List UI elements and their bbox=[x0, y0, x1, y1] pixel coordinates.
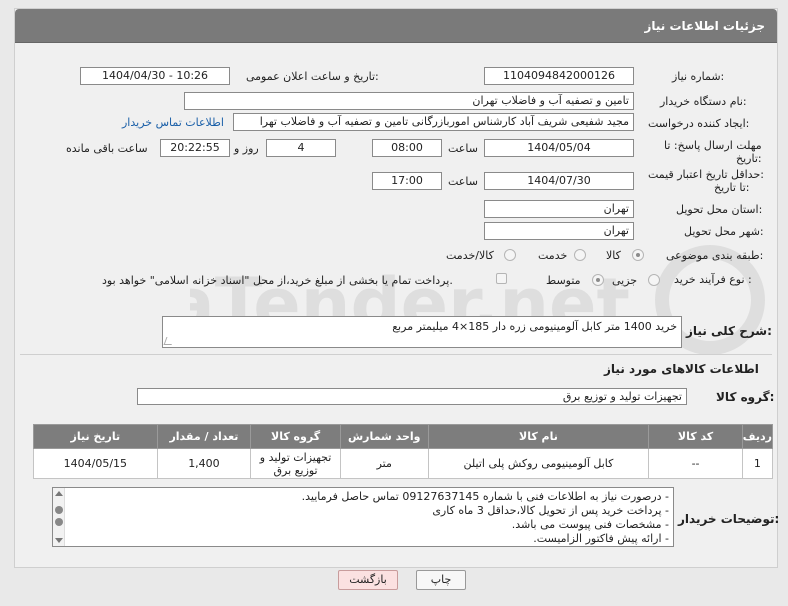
cell-group: تجهیزات تولید و توزیع برق bbox=[250, 448, 341, 479]
delivery-province-label: استان محل تحویل: bbox=[676, 203, 763, 216]
scroll-thumb-secondary[interactable] bbox=[55, 518, 63, 526]
col-unit: واحد شمارش bbox=[339, 424, 429, 449]
table-header-row: ردیف کد کالا نام کالا واحد شمارش گروه کا… bbox=[33, 424, 774, 449]
buyer-notes-textarea[interactable]: - درصورت نیاز به اطلاعات فنی با شماره 09… bbox=[52, 487, 674, 547]
cell-need-date: 1404/05/15 bbox=[33, 448, 158, 479]
category-radio-goods[interactable] bbox=[632, 249, 644, 261]
buyer-org-label: نام دستگاه خریدار: bbox=[660, 95, 747, 108]
scroll-up-icon[interactable] bbox=[55, 491, 63, 496]
need-number-label: شماره نیاز: bbox=[672, 70, 725, 83]
category-option-goods-service: کالا/خدمت bbox=[446, 249, 494, 262]
process-option-minor: جزیی bbox=[612, 274, 638, 287]
summary-text: خرید 1400 متر کابل آلومینیومی زره دار 18… bbox=[392, 320, 677, 333]
panel-header: جزئیات اطلاعات نیاز bbox=[15, 9, 777, 43]
deadline-label: مهلت ارسال پاسخ: تا bbox=[664, 139, 762, 152]
col-name: نام کالا bbox=[427, 424, 650, 449]
category-radio-service[interactable] bbox=[574, 249, 586, 261]
deadline-label-date: تاریخ: bbox=[736, 152, 762, 165]
table-row[interactable]: 1 -- کابل آلومینیومی روکش پلی اتیلن متر … bbox=[33, 448, 774, 479]
deadline-time-label: ساعت bbox=[448, 142, 478, 155]
cell-row: 1 bbox=[741, 448, 774, 479]
goods-group-label: گروه کالا: bbox=[716, 390, 775, 404]
notes-line: - پرداخت خرید پس از تحویل کالا،حداقل 3 م… bbox=[432, 504, 669, 517]
category-radio-goods-service[interactable] bbox=[504, 249, 516, 261]
deadline-date-field[interactable]: 1404/05/04 bbox=[484, 139, 634, 157]
price-validity-label-date: تا تاریخ: bbox=[714, 181, 750, 194]
scroll-thumb[interactable] bbox=[55, 506, 63, 514]
requester-field[interactable]: مجید شفیعی شریف آباد کارشناس اموربازرگان… bbox=[233, 113, 634, 131]
remaining-days-field[interactable]: 4 bbox=[266, 139, 336, 157]
treasury-checkbox[interactable] bbox=[496, 273, 507, 284]
page-title: جزئیات اطلاعات نیاز bbox=[644, 19, 765, 33]
delivery-city-field[interactable]: تهران bbox=[484, 222, 634, 240]
goods-section-title: اطلاعات کالاهای مورد نیاز bbox=[604, 362, 759, 376]
notes-line: - ارائه پیش فاکتور الزامیست. bbox=[533, 532, 669, 545]
col-row: ردیف bbox=[741, 424, 774, 449]
section-divider bbox=[20, 354, 772, 355]
buyer-notes-label: توضیحات خریدار: bbox=[678, 512, 780, 526]
col-need-date: تاریخ نیاز bbox=[33, 424, 158, 449]
delivery-city-label: شهر محل تحویل: bbox=[684, 225, 764, 238]
announce-datetime-field[interactable]: 1404/04/30 - 10:26 bbox=[80, 67, 230, 85]
deadline-time-field[interactable]: 08:00 bbox=[372, 139, 442, 157]
scroll-down-icon[interactable] bbox=[55, 538, 63, 543]
resize-grip-icon[interactable] bbox=[163, 337, 175, 345]
cell-quantity: 1,400 bbox=[156, 448, 252, 479]
remaining-time-field[interactable]: 20:22:55 bbox=[160, 139, 230, 157]
notes-line: - درصورت نیاز به اطلاعات فنی با شماره 09… bbox=[301, 490, 669, 503]
treasury-note: پرداخت تمام یا بخشی از مبلغ خرید،از محل … bbox=[102, 274, 453, 287]
price-validity-label: حداقل تاریخ اعتبار قیمت: bbox=[648, 168, 764, 181]
remaining-time-label: ساعت باقی مانده bbox=[66, 142, 148, 155]
delivery-province-field[interactable]: تهران bbox=[484, 200, 634, 218]
category-option-service: خدمت bbox=[538, 249, 568, 262]
process-type-label: نوع فرآیند خرید : bbox=[674, 273, 752, 286]
category-option-goods: کالا bbox=[606, 249, 621, 262]
price-validity-time-label: ساعت bbox=[448, 175, 478, 188]
buyer-contact-link[interactable]: اطلاعات تماس خریدار bbox=[122, 116, 224, 129]
col-quantity: تعداد / مقدار bbox=[156, 424, 252, 449]
back-button[interactable]: بازگشت bbox=[338, 570, 398, 590]
process-radio-minor[interactable] bbox=[648, 274, 660, 286]
summary-textarea[interactable]: خرید 1400 متر کابل آلومینیومی زره دار 18… bbox=[162, 316, 682, 348]
print-button[interactable]: چاپ bbox=[416, 570, 466, 590]
announce-datetime-label: تاریخ و ساعت اعلان عمومی: bbox=[246, 70, 379, 83]
requester-label: ایجاد کننده درخواست: bbox=[648, 117, 750, 130]
notes-line: - مشخصات فنی پیوست می باشد. bbox=[511, 518, 669, 531]
cell-name: کابل آلومینیومی روکش پلی اتیلن bbox=[427, 448, 650, 479]
notes-scrollbar[interactable] bbox=[53, 488, 65, 546]
price-validity-date-field[interactable]: 1404/07/30 bbox=[484, 172, 634, 190]
process-radio-medium[interactable] bbox=[592, 274, 604, 286]
goods-table: ردیف کد کالا نام کالا واحد شمارش گروه کا… bbox=[33, 424, 774, 479]
need-number-field[interactable]: 1104094842000126 bbox=[484, 67, 634, 85]
col-group: گروه کالا bbox=[250, 424, 341, 449]
price-validity-time-field[interactable]: 17:00 bbox=[372, 172, 442, 190]
cell-unit: متر bbox=[339, 448, 429, 479]
process-option-medium: متوسط bbox=[546, 274, 581, 287]
summary-label: شرح کلی نیاز: bbox=[686, 324, 772, 338]
col-code: کد کالا bbox=[648, 424, 743, 449]
buyer-org-field[interactable]: تامین و تصفیه آب و فاضلاب تهران bbox=[184, 92, 634, 110]
category-label: طبقه بندی موضوعی: bbox=[666, 249, 764, 262]
goods-group-field[interactable]: تجهیزات تولید و توزیع برق bbox=[137, 388, 687, 405]
cell-code: -- bbox=[648, 448, 743, 479]
remaining-days-label: روز و bbox=[234, 142, 259, 155]
